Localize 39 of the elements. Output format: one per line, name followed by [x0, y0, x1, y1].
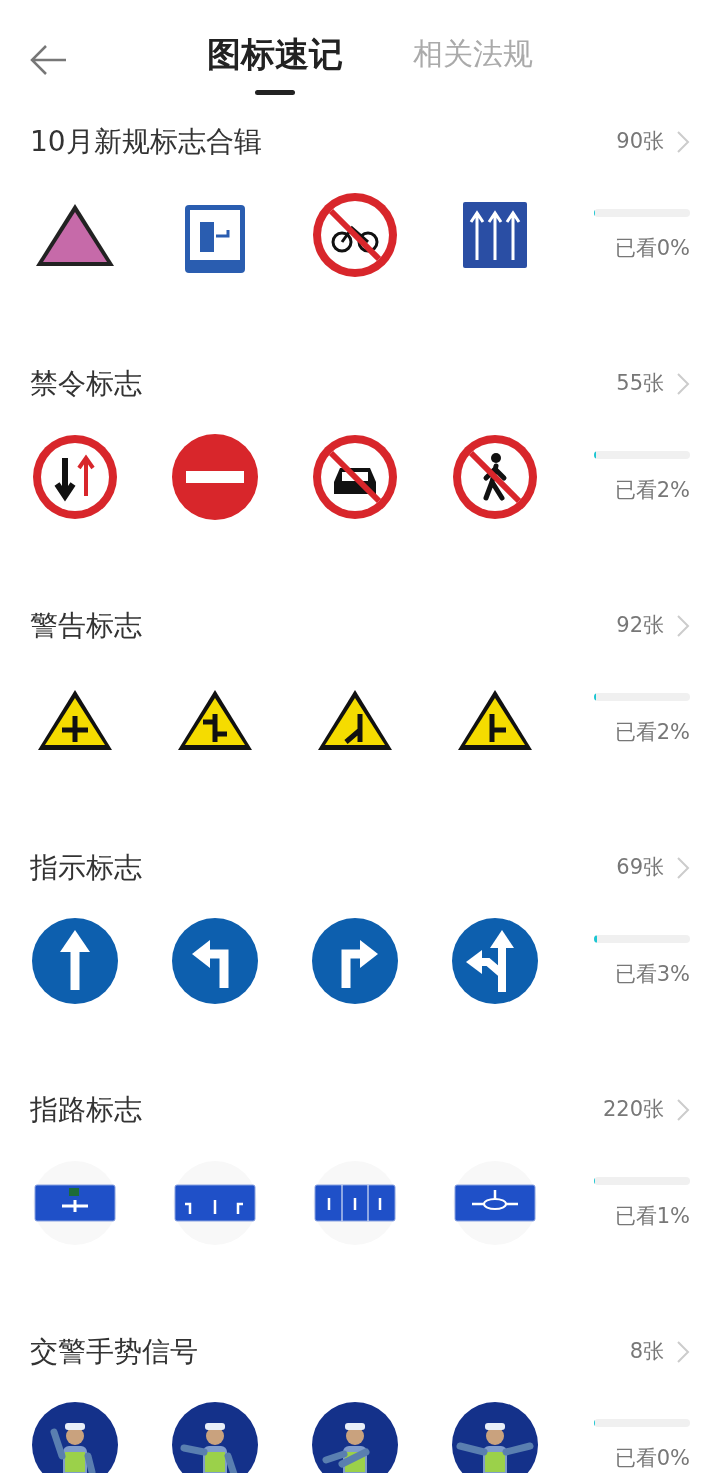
no-bicycle-sign-icon[interactable]	[312, 192, 398, 278]
progress-text: 已看1%	[614, 1203, 690, 1230]
lane-split-guide-sign-icon[interactable]	[312, 1160, 398, 1246]
chevron-right-icon	[676, 372, 690, 396]
count-link[interactable]: 55张	[616, 368, 690, 400]
count-link[interactable]: 69张	[616, 852, 690, 884]
chevron-right-icon	[676, 614, 690, 638]
no-entry-sign-icon[interactable]	[172, 434, 258, 520]
lane-guide-sign-icon[interactable]	[172, 1160, 258, 1246]
section-title: 禁令标志	[30, 366, 142, 402]
tab[interactable]: 图标速记	[207, 34, 343, 95]
no-pedestrians-sign-icon[interactable]	[452, 434, 538, 520]
section-title: 警告标志	[30, 608, 142, 644]
officer-figure-icon[interactable]	[452, 1402, 538, 1473]
progress-text: 已看0%	[614, 235, 690, 262]
two-way-traffic-sign-icon[interactable]	[32, 434, 118, 520]
count-link[interactable]: 92张	[616, 610, 690, 642]
progress-text: 已看2%	[614, 477, 690, 504]
chevron-right-icon	[676, 1340, 690, 1364]
officer-figure-icon[interactable]	[312, 1402, 398, 1473]
chevron-right-icon	[676, 856, 690, 880]
chevron-right-icon	[676, 1098, 690, 1122]
no-cars-sign-icon[interactable]	[312, 434, 398, 520]
chevron-right-icon	[676, 130, 690, 154]
section-title: 指路标志	[30, 1092, 142, 1128]
count-link[interactable]: 90张	[616, 126, 690, 158]
count-link[interactable]: 220张	[602, 1094, 690, 1126]
officer-figure-icon[interactable]	[32, 1402, 118, 1473]
tab[interactable]: 相关法规	[413, 34, 533, 95]
progress-text: 已看0%	[614, 1445, 690, 1472]
section-title: 指示标志	[30, 850, 142, 886]
officer-figure-icon[interactable]	[172, 1402, 258, 1473]
section-title: 10月新规标志合辑	[30, 124, 262, 160]
count-link[interactable]: 8张	[629, 1336, 690, 1368]
section-title: 交警手势信号	[30, 1334, 198, 1370]
roundabout-guide-sign-icon[interactable]	[452, 1160, 538, 1246]
progress-text: 已看2%	[614, 719, 690, 746]
progress-text: 已看3%	[614, 961, 690, 988]
crossroad-guide-sign-icon[interactable]	[32, 1160, 118, 1246]
